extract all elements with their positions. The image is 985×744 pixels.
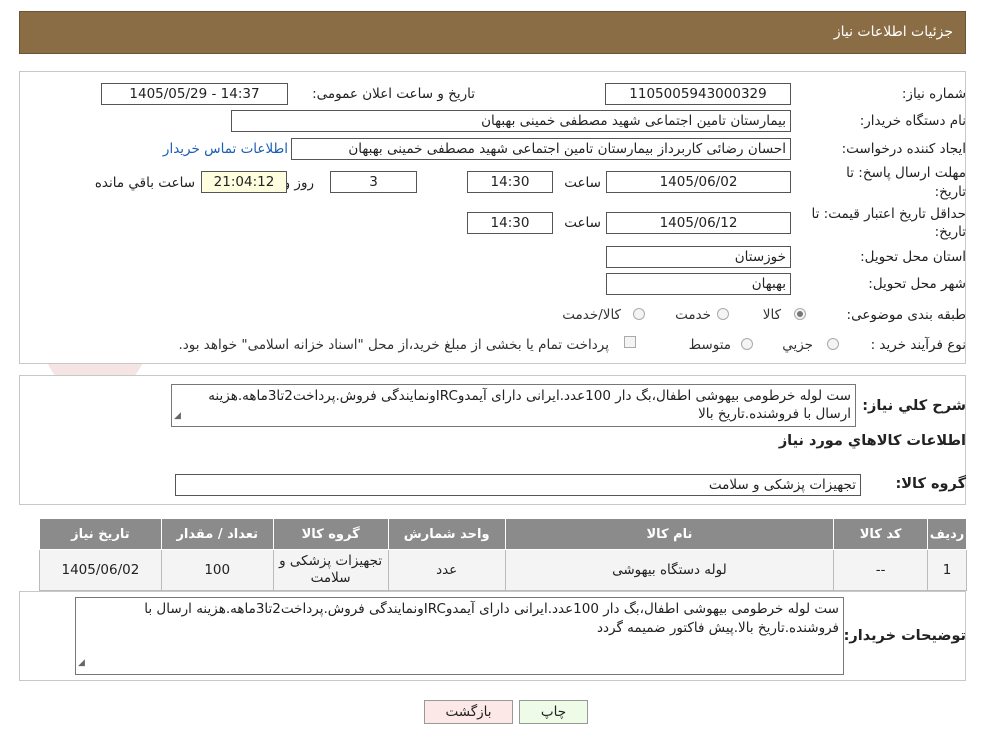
validity-label: حداقل تاریخ اعتبار قیمت: تا (811, 206, 966, 222)
back-button[interactable]: بازگشت (424, 700, 513, 724)
deadline-label: مهلت ارسال پاسخ: تا (846, 165, 966, 181)
deadline-time-label: ساعت (564, 175, 601, 191)
cell-qty: 100 (160, 549, 274, 591)
validity-time-label: ساعت (564, 215, 601, 231)
category-option-goods-service: کالا/خدمت (562, 307, 621, 323)
summary-textarea: ست لوله خرطومی بیهوشی اطفال،بگ دار 100عد… (171, 384, 856, 427)
cell-row: 1 (927, 549, 967, 591)
resize-grip-icon[interactable]: ◢ (174, 407, 181, 425)
process-radio-medium[interactable] (741, 338, 753, 350)
buyer-notes-label: توضیحات خریدار: (843, 628, 966, 644)
buyer-contact-link[interactable]: اطلاعات تماس خریدار (163, 141, 288, 157)
validity-date-field: 1405/06/12 (606, 212, 791, 234)
col-code: کد کالا (833, 518, 929, 550)
cell-unit: عدد (387, 549, 506, 591)
announce-label: تاریخ و ساعت اعلان عمومی: (312, 86, 475, 102)
creator-label: ایجاد کننده درخواست: (841, 141, 966, 157)
category-radio-goods-service[interactable] (633, 308, 645, 320)
col-group: گروه کالا (272, 518, 389, 550)
goods-group-field: تجهیزات پزشکی و سلامت (175, 474, 861, 496)
category-radio-service[interactable] (717, 308, 729, 320)
col-unit: واحد شمارش (387, 518, 506, 550)
treasury-checkbox[interactable] (624, 336, 636, 348)
items-table: ردیف کد کالا نام کالا واحد شمارش گروه کا… (39, 518, 967, 591)
days-field: 3 (330, 171, 417, 193)
buyer-org-field: بیمارستان تامین اجتماعی شهید مصطفی خمینی… (231, 110, 791, 132)
col-name: نام کالا (504, 518, 835, 550)
buyer-notes-textarea: ست لوله خرطومی بیهوشی اطفال،بگ دار 100عد… (75, 597, 844, 675)
table-header-row: ردیف کد کالا نام کالا واحد شمارش گروه کا… (39, 518, 967, 550)
province-label: استان محل تحویل: (860, 249, 966, 265)
treasury-note: پرداخت تمام یا بخشی از مبلغ خرید،از محل … (178, 337, 609, 353)
category-label: طبقه بندی موضوعی: (846, 307, 966, 323)
deadline-label-2: تاریخ: (934, 184, 966, 200)
buyer-org-label: نام دستگاه خریدار: (859, 113, 966, 129)
city-label: شهر محل تحویل: (868, 276, 966, 292)
cell-group: تجهیزات پزشکی و سلامت (272, 549, 389, 591)
resize-grip-icon[interactable]: ◢ (78, 654, 85, 673)
col-row: ردیف (927, 518, 967, 550)
process-option-medium: متوسط (688, 337, 731, 353)
col-date: تاریخ نیاز (39, 518, 162, 550)
col-qty: تعداد / مقدار (160, 518, 274, 550)
summary-label: شرح کلي نياز: (862, 398, 966, 414)
province-field: خوزستان (606, 246, 791, 268)
summary-text: ست لوله خرطومی بیهوشی اطفال،بگ دار 100عد… (208, 388, 851, 422)
need-number-field: 1105005943000329 (605, 83, 791, 105)
city-field: بهبهان (606, 273, 791, 295)
process-label: نوع فرآیند خرید : (870, 337, 966, 353)
cell-code: -- (833, 549, 929, 591)
remaining-label: ساعت باقي مانده (94, 175, 195, 191)
category-radio-goods[interactable] (794, 308, 806, 320)
validity-label-2: تاریخ: (934, 224, 966, 240)
process-radio-minor[interactable] (827, 338, 839, 350)
category-option-service: خدمت (675, 307, 711, 323)
validity-time-field: 14:30 (467, 212, 553, 234)
deadline-date-field: 1405/06/02 (606, 171, 791, 193)
page-header: جزئیات اطلاعات نیاز (19, 11, 966, 54)
creator-field: احسان رضائی کاربرداز بیمارستان تامین اجت… (291, 138, 791, 160)
category-option-goods: کالا (762, 307, 781, 323)
remaining-time-field: 21:04:12 (201, 171, 287, 193)
announce-field: 1405/05/29 - 14:37 (101, 83, 288, 105)
page-title: جزئیات اطلاعات نیاز (833, 24, 953, 40)
cell-date: 1405/06/02 (39, 549, 162, 591)
deadline-time-field: 14:30 (467, 171, 553, 193)
days-label: روز و (283, 175, 314, 191)
cell-name: لوله دستگاه بیهوشی (504, 549, 835, 591)
buyer-notes-text: ست لوله خرطومی بیهوشی اطفال،بگ دار 100عد… (144, 601, 839, 636)
table-row: 1 -- لوله دستگاه بیهوشی عدد تجهیزات پزشک… (39, 549, 967, 591)
items-heading: اطلاعات کالاهاي مورد نياز (778, 433, 966, 449)
process-option-minor: جزیي (782, 337, 813, 353)
print-button[interactable]: چاپ (519, 700, 588, 724)
goods-group-label: گروه کالا: (895, 476, 966, 492)
need-number-label: شماره نیاز: (901, 86, 966, 102)
